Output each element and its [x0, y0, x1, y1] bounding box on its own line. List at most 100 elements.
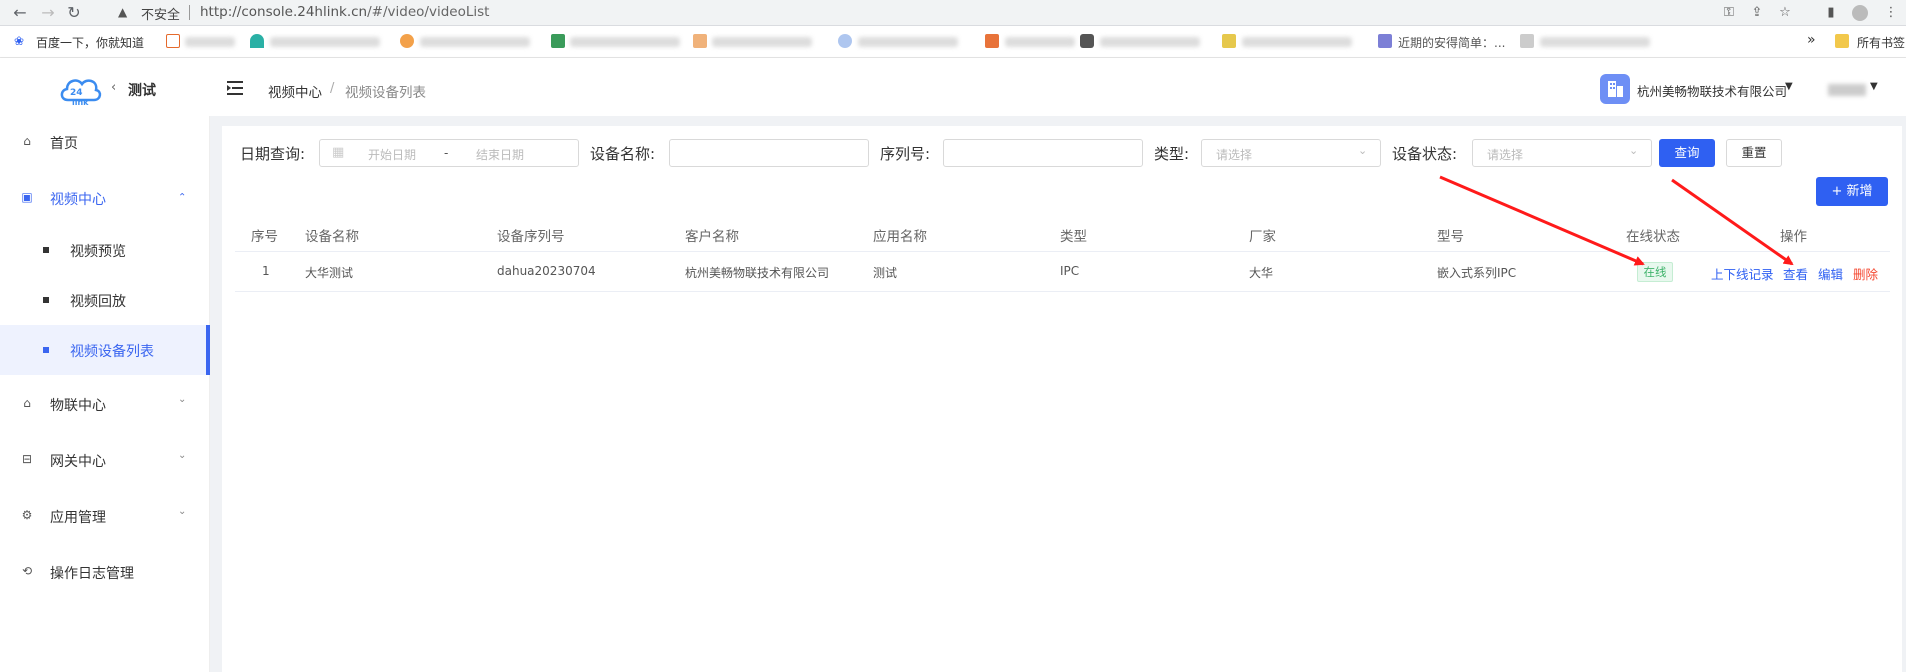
svg-text:24: 24	[70, 88, 83, 98]
logo-cloud-icon: 24 link	[60, 79, 102, 106]
sidebar-subitem-device-list[interactable]: 视频设备列表	[0, 325, 210, 375]
caret-down-icon[interactable]: ▼	[1785, 81, 1793, 92]
gateway-icon: ⊟	[21, 452, 33, 466]
bookmark-favicon	[1378, 34, 1392, 48]
folder-icon	[1835, 34, 1849, 48]
view-link[interactable]: 查看	[1783, 264, 1808, 283]
serial-input[interactable]	[943, 139, 1143, 167]
blurred-bookmark[interactable]	[570, 37, 680, 47]
blurred-bookmark[interactable]	[270, 37, 380, 47]
table-header-divider	[235, 251, 1890, 252]
caret-down-icon[interactable]: ▼	[1870, 81, 1878, 92]
calendar-icon: ▦	[332, 145, 345, 160]
main-panel	[222, 126, 1902, 672]
bookmark-baidu[interactable]: 百度一下，你就知道	[36, 34, 144, 50]
sidebar-subitem-video-preview[interactable]: 视频预览	[0, 225, 210, 275]
sidebar-item-label: 应用管理	[50, 510, 106, 526]
online-history-link[interactable]: 上下线记录	[1711, 264, 1774, 283]
cell-vendor: 大华	[1249, 266, 1274, 280]
date-range-picker[interactable]	[319, 139, 579, 167]
cell-customer: 杭州美畅物联技术有限公司	[685, 266, 830, 280]
user-name-blurred[interactable]	[1828, 84, 1866, 96]
chevron-down-icon: ⌄	[1358, 144, 1368, 157]
column-header-device-name: 设备名称	[305, 229, 359, 245]
serial-label: 序列号:	[880, 145, 931, 163]
back-arrow-icon[interactable]: ←	[10, 3, 30, 23]
breadcrumb-separator: /	[330, 81, 335, 96]
blurred-bookmark[interactable]	[1540, 37, 1650, 47]
column-header-type: 类型	[1060, 229, 1087, 245]
profile-icon[interactable]	[1852, 5, 1868, 21]
bookmark-favicon	[250, 34, 264, 48]
column-header-app: 应用名称	[873, 229, 927, 245]
more-bookmarks-indicator[interactable]: »	[1807, 32, 1816, 48]
column-header-vendor: 厂家	[1249, 229, 1276, 245]
cell-device-name: 大华测试	[305, 266, 354, 280]
iot-icon: ⌂	[23, 396, 31, 410]
reload-icon[interactable]: ↻	[64, 3, 84, 23]
column-header-model: 型号	[1437, 229, 1464, 245]
video-icon: ▣	[21, 190, 33, 204]
sidebar-item-label: 首页	[50, 136, 78, 152]
sidebar-subitem-video-playback[interactable]: 视频回放	[0, 275, 210, 325]
device-status-label: 设备状态:	[1392, 145, 1458, 163]
sidebar-item-home[interactable]: ⌂ 首页	[0, 116, 210, 166]
sidebar-item-iot-center[interactable]: ⌂ 物联中心 ⌄	[0, 378, 210, 428]
cell-model: 嵌入式系列IPC	[1437, 266, 1517, 280]
blurred-bookmark[interactable]	[185, 37, 235, 47]
edit-link[interactable]: 编辑	[1818, 264, 1843, 283]
end-date-placeholder: 结束日期	[476, 148, 525, 162]
blurred-bookmark[interactable]	[1005, 37, 1075, 47]
forward-arrow-icon[interactable]: →	[38, 3, 58, 23]
share-icon[interactable]: ⇪	[1748, 4, 1766, 22]
blurred-bookmark[interactable]	[420, 37, 530, 47]
cell-type: IPC	[1060, 264, 1080, 278]
bookmark-partial[interactable]: 近期的安得简单：...	[1398, 34, 1505, 50]
chevron-down-icon: ⌄	[1629, 144, 1639, 157]
add-button[interactable]: + 新增	[1816, 177, 1888, 206]
blurred-bookmark[interactable]	[712, 37, 812, 47]
sidepanel-icon[interactable]: ▮	[1822, 4, 1840, 22]
menu-fold-icon[interactable]	[227, 80, 245, 96]
insecure-label: 不安全	[141, 8, 181, 23]
sidebar-item-gateway-center[interactable]: ⊟ 网关中心 ⌄	[0, 434, 210, 484]
key-icon[interactable]: ⚿	[1720, 4, 1738, 22]
sidebar-item-operation-log[interactable]: ⟲ 操作日志管理	[0, 546, 210, 596]
sidebar-item-video-center[interactable]: ▣ 视频中心 ⌄	[0, 172, 210, 222]
chevron-down-icon: ⌄	[178, 506, 187, 517]
blurred-bookmark[interactable]	[1100, 37, 1200, 47]
back-chevron-icon[interactable]: ‹	[111, 80, 116, 95]
chevron-up-icon: ⌄	[178, 190, 187, 201]
column-header-actions: 操作	[1780, 229, 1807, 245]
kebab-menu-icon[interactable]: ⋮	[1882, 4, 1900, 22]
cell-app: 测试	[873, 266, 898, 280]
column-header-index: 序号	[251, 229, 278, 245]
all-bookmarks[interactable]: 所有书签	[1857, 34, 1905, 50]
star-icon[interactable]: ☆	[1776, 4, 1794, 22]
home-icon: ⌂	[23, 134, 31, 148]
url-text[interactable]: http://console.24hlink.cn/#/video/videoL…	[200, 4, 489, 20]
company-name[interactable]: 杭州美畅物联技术有限公司	[1637, 81, 1787, 100]
url-path: /#/video/videoList	[367, 4, 490, 20]
sidebar-item-label: 视频中心	[50, 192, 106, 208]
bookmark-favicon	[400, 34, 414, 48]
query-button[interactable]: 查询	[1659, 139, 1715, 167]
breadcrumb-current: 视频设备列表	[345, 85, 426, 101]
blurred-bookmark[interactable]	[1242, 37, 1352, 47]
bookmark-favicon	[1080, 34, 1094, 48]
reset-button[interactable]: 重置	[1726, 139, 1782, 167]
bookmarks-bar: ❀ 百度一下，你就知道 近期的安得简单：... » 所有书签	[0, 26, 1906, 58]
start-date-placeholder: 开始日期	[368, 148, 417, 162]
bullet-icon	[43, 247, 49, 253]
gear-icon: ⚙	[21, 508, 33, 522]
table-row-divider	[235, 291, 1890, 292]
device-name-input[interactable]	[669, 139, 869, 167]
breadcrumb-video-center[interactable]: 视频中心	[268, 81, 322, 101]
blurred-bookmark[interactable]	[858, 37, 958, 47]
address-divider	[189, 5, 190, 20]
delete-link[interactable]: 删除	[1853, 264, 1878, 283]
sidebar-item-app-management[interactable]: ⚙ 应用管理 ⌄	[0, 490, 210, 540]
column-header-online-status: 在线状态	[1626, 229, 1680, 245]
date-separator: -	[444, 146, 449, 160]
bookmark-favicon	[166, 34, 180, 48]
